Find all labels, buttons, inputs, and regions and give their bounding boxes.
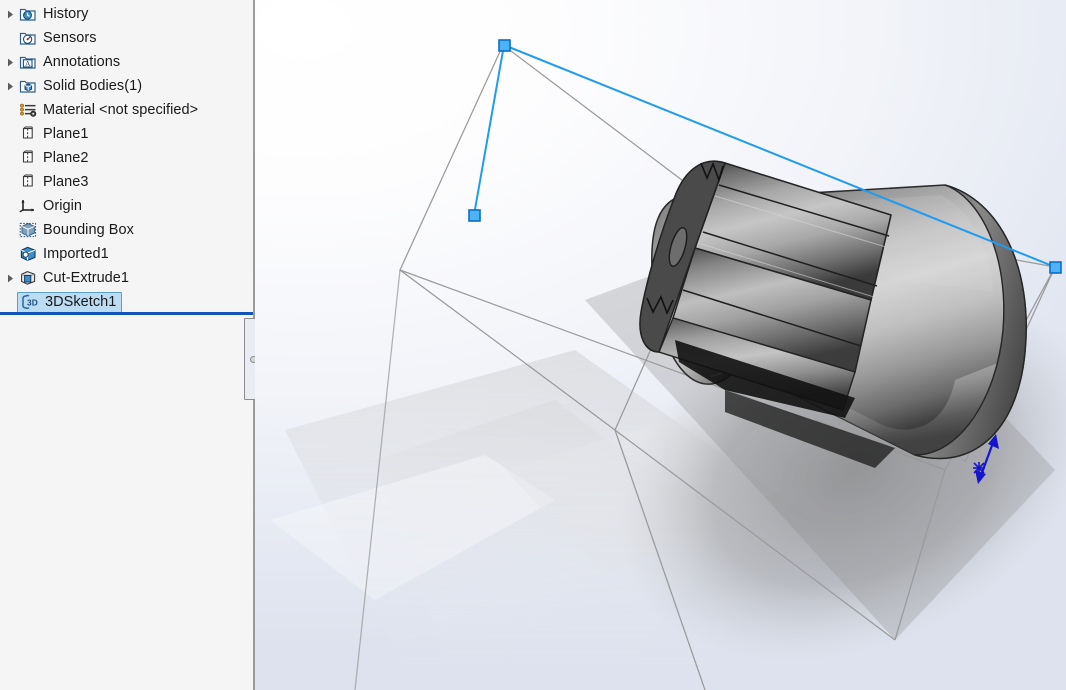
- tree-item-content[interactable]: Cut-Extrude1: [17, 268, 129, 288]
- tree-item-solid-bodies-1[interactable]: Solid Bodies(1): [0, 74, 253, 98]
- cut-extrude-icon: [17, 268, 38, 288]
- tree-item-label: Material <not specified>: [43, 102, 199, 118]
- sketch-line-short[interactable]: [473, 44, 505, 216]
- tree-item-history[interactable]: History: [0, 2, 253, 26]
- tree-item-content[interactable]: Solid Bodies(1): [17, 76, 142, 96]
- tree-item-label: Plane3: [43, 174, 89, 190]
- tree-item-material-not-specified[interactable]: Material <not specified>: [0, 98, 253, 122]
- tree-item-content[interactable]: 3D 3DSketch1: [17, 291, 123, 313]
- sketch-point-marker-icon: [973, 462, 985, 475]
- solid-bodies-folder-icon: [17, 76, 38, 96]
- tree-item-3dsketch1[interactable]: 3D 3DSketch1: [0, 290, 253, 314]
- plane-icon: [17, 172, 38, 192]
- feature-tree-list[interactable]: History Sensors A Annotations Solid Bodi…: [0, 0, 253, 314]
- tree-item-content[interactable]: Plane1: [17, 124, 88, 144]
- tree-item-annotations[interactable]: A Annotations: [0, 50, 253, 74]
- tree-item-label: Plane2: [43, 150, 89, 166]
- tree-item-label: 3DSketch1: [45, 294, 117, 310]
- viewport-scene: [270, 39, 1066, 690]
- imported-body-icon: [17, 244, 38, 264]
- tree-item-label: Cut-Extrude1: [43, 270, 130, 286]
- origin-icon: [17, 196, 38, 216]
- bounding-box-icon: [17, 220, 38, 240]
- tree-item-label: Origin: [43, 198, 82, 214]
- tree-item-bounding-box[interactable]: Bounding Box: [0, 218, 253, 242]
- feature-manager-tree-panel: History Sensors A Annotations Solid Bodi…: [0, 0, 253, 690]
- expand-arrow-icon[interactable]: [3, 74, 17, 98]
- tree-item-label: Sensors: [43, 30, 97, 46]
- tree-item-label: Solid Bodies(1): [43, 78, 143, 94]
- tree-item-content[interactable]: Plane3: [17, 172, 88, 192]
- 3d-sketch-icon: 3D: [19, 292, 40, 312]
- sketch-point-middle[interactable]: [468, 209, 481, 222]
- tree-item-content[interactable]: Sensors: [17, 28, 97, 48]
- tree-item-content[interactable]: Bounding Box: [17, 220, 134, 240]
- sketch-point-top[interactable]: [498, 39, 511, 52]
- tree-item-content[interactable]: History: [17, 4, 88, 24]
- tree-item-label: Annotations: [43, 54, 121, 70]
- tree-item-content[interactable]: Plane2: [17, 148, 88, 168]
- material-icon: [17, 100, 38, 120]
- expand-arrow-icon[interactable]: [3, 50, 17, 74]
- tree-item-plane2[interactable]: Plane2: [0, 146, 253, 170]
- expand-arrow-icon[interactable]: [3, 266, 17, 290]
- annotations-folder-icon: A: [17, 52, 38, 72]
- graphics-viewport[interactable]: [255, 0, 1066, 690]
- svg-text:3D: 3D: [27, 298, 38, 308]
- expand-arrow-icon[interactable]: [3, 2, 17, 26]
- tree-item-label: Plane1: [43, 126, 89, 142]
- tree-item-cut-extrude1[interactable]: Cut-Extrude1: [0, 266, 253, 290]
- tree-item-plane1[interactable]: Plane1: [0, 122, 253, 146]
- sensors-folder-icon: [17, 28, 38, 48]
- tree-item-label: Bounding Box: [43, 222, 134, 238]
- tree-item-imported1[interactable]: Imported1: [0, 242, 253, 266]
- tree-item-plane3[interactable]: Plane3: [0, 170, 253, 194]
- tree-rollback-bar[interactable]: [0, 312, 253, 315]
- tree-item-content[interactable]: Imported1: [17, 244, 109, 264]
- tree-item-origin[interactable]: Origin: [0, 194, 253, 218]
- history-folder-icon: [17, 4, 38, 24]
- cad-application-window: History Sensors A Annotations Solid Bodi…: [0, 0, 1066, 690]
- sketch-point-right[interactable]: [1049, 261, 1062, 274]
- tree-item-content[interactable]: A Annotations: [17, 52, 120, 72]
- tree-item-content[interactable]: Material <not specified>: [17, 100, 198, 120]
- svg-text:A: A: [24, 59, 30, 68]
- tree-item-sensors[interactable]: Sensors: [0, 26, 253, 50]
- plane-icon: [17, 148, 38, 168]
- tree-item-label: History: [43, 6, 89, 22]
- tree-item-content[interactable]: Origin: [17, 196, 82, 216]
- tree-item-label: Imported1: [43, 246, 109, 262]
- plane-icon: [17, 124, 38, 144]
